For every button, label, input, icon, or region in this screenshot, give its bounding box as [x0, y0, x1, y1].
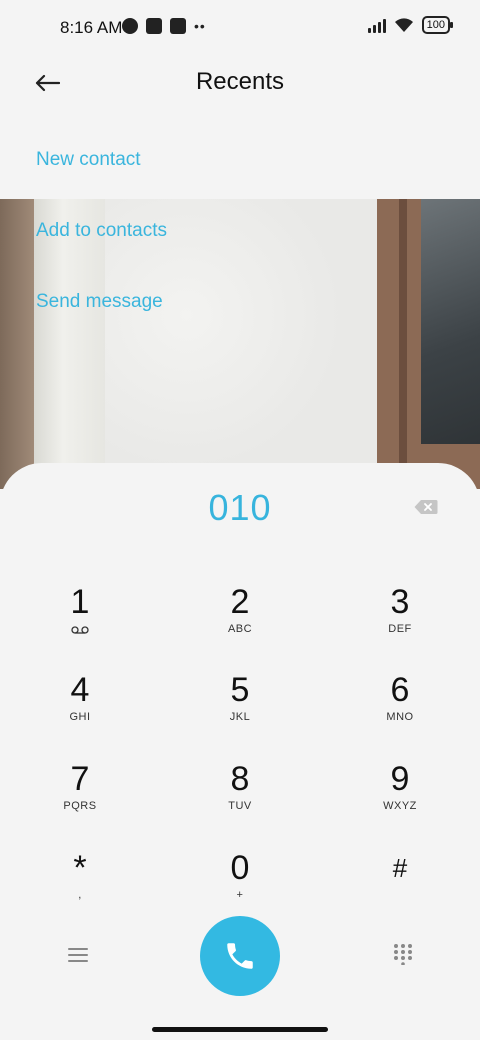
page-title: Recents — [195, 68, 285, 95]
send-message-option[interactable]: Send message — [36, 291, 163, 313]
signal-icon — [367, 17, 386, 33]
header: Recents — [0, 56, 480, 116]
key-4[interactable]: 4 GHI — [20, 671, 140, 751]
more-notifications-icon: •• — [194, 18, 206, 34]
phone-icon — [227, 943, 253, 969]
background-photo — [0, 199, 480, 489]
home-indicator[interactable] — [152, 1027, 328, 1032]
notification-icons: •• — [122, 18, 206, 34]
dialpad-icon[interactable] — [392, 943, 414, 965]
status-time: 8:16 AM — [60, 18, 123, 37]
key-8[interactable]: 8 TUV — [180, 760, 300, 840]
key-9[interactable]: 9 WXYZ — [340, 760, 460, 840]
battery-icon: 100 — [421, 16, 454, 34]
key-7[interactable]: 7 PQRS — [20, 760, 140, 840]
app-notification-icon — [122, 18, 138, 34]
key-3[interactable]: 3 DEF — [340, 583, 460, 663]
add-to-contacts-option[interactable]: Add to contacts — [36, 220, 167, 242]
key-star[interactable]: * , — [20, 849, 140, 929]
key-2[interactable]: 2 ABC — [180, 583, 300, 663]
upload-notification-icon — [170, 18, 186, 34]
dialer-panel: 010 1 2 ABC 3 DEF 4 GHI 5 JKL 6 MNO 7 PQ… — [0, 463, 480, 1040]
backspace-icon[interactable] — [414, 499, 438, 515]
dialed-number: 010 — [208, 487, 272, 528]
key-hash[interactable]: # — [340, 849, 460, 929]
key-5[interactable]: 5 JKL — [180, 671, 300, 751]
square-notification-icon — [146, 18, 162, 34]
key-6[interactable]: 6 MNO — [340, 671, 460, 751]
status-bar: 8:16 AM •• 100 — [0, 0, 480, 56]
call-button[interactable] — [200, 916, 280, 996]
new-contact-option[interactable]: New contact — [36, 149, 141, 171]
key-1[interactable]: 1 — [20, 583, 140, 663]
menu-icon[interactable] — [66, 945, 90, 965]
wifi-icon — [394, 18, 413, 32]
voicemail-icon — [71, 626, 89, 634]
